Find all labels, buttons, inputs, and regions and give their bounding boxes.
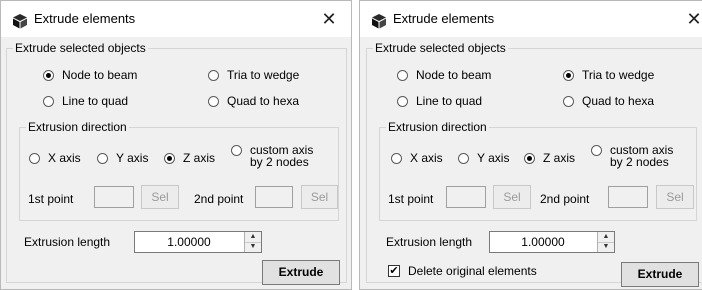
title-bar: Extrude elements ✕ <box>1 1 351 37</box>
extrude-button[interactable]: Extrude <box>621 262 699 287</box>
second-point-label: 2nd point <box>540 192 590 206</box>
radio-dot[interactable] <box>397 95 408 107</box>
second-point-field[interactable] <box>608 186 648 208</box>
radio-label: Tria to wedge <box>582 68 655 82</box>
extrusion-length-spinner[interactable]: 1.00000 ▲ ▼ <box>134 231 262 253</box>
extrusion-direction-legend: Extrusion direction <box>26 120 129 134</box>
checkbox-label: Delete original elements <box>408 264 537 278</box>
second-point-sel-button[interactable]: Sel <box>656 185 694 209</box>
radio-label: Node to beam <box>416 68 492 82</box>
radio-label: Node to beam <box>62 68 138 82</box>
radio-dot[interactable] <box>231 145 242 156</box>
radio-tria-to-wedge[interactable]: Tria to wedge <box>208 68 299 82</box>
window-title: Extrude elements <box>34 11 136 26</box>
spin-down-icon[interactable]: ▼ <box>598 242 614 252</box>
window-title: Extrude elements <box>393 11 495 26</box>
radio-label: Y axis <box>116 151 149 165</box>
radio-label: X axis <box>410 151 443 165</box>
custom-axis-line2: by 2 nodes <box>250 155 309 169</box>
radio-dot[interactable] <box>524 152 535 164</box>
radio-dot[interactable] <box>208 95 219 107</box>
second-point-sel-button[interactable]: Sel <box>301 185 338 209</box>
radio-dot[interactable] <box>458 152 469 164</box>
second-point-field[interactable] <box>255 186 293 208</box>
first-point-label: 1st point <box>388 192 434 206</box>
first-point-field[interactable] <box>94 186 134 208</box>
extrusion-length-label: Extrusion length <box>386 235 473 249</box>
extrude-button[interactable]: Extrude <box>262 260 340 285</box>
radio-label: Tria to wedge <box>227 68 300 82</box>
radio-dot[interactable] <box>164 152 175 164</box>
radio-dot[interactable] <box>97 152 108 164</box>
radio-y-axis[interactable]: Y axis <box>458 151 509 165</box>
extrusion-length-label: Extrusion length <box>24 235 111 249</box>
first-point-sel-button[interactable]: Sel <box>141 185 179 209</box>
checkbox-box[interactable]: ✔ <box>388 265 400 277</box>
first-point-sel-button[interactable]: Sel <box>493 185 531 209</box>
extrude-dialog-2: Extrude elements ✕ Extrude selected obje… <box>359 0 702 290</box>
spinner-arrows[interactable]: ▲ ▼ <box>244 232 261 252</box>
radio-dot[interactable] <box>29 152 40 164</box>
radio-label: Y axis <box>477 151 510 165</box>
first-point-label: 1st point <box>28 192 74 206</box>
close-button[interactable]: ✕ <box>680 7 702 31</box>
extrusion-direction-group: Extrusion direction X axis Y axis Z axis… <box>379 120 697 221</box>
first-point-field[interactable] <box>446 186 486 208</box>
extrusion-length-value: 1.00000 <box>521 235 565 249</box>
radio-dot[interactable] <box>591 145 602 156</box>
extrusion-length-spinner[interactable]: 1.00000 ▲ ▼ <box>489 231 615 253</box>
radio-line-to-quad[interactable]: Line to quad <box>43 94 128 108</box>
radio-node-to-beam[interactable]: Node to beam <box>43 68 137 82</box>
spinner-arrows[interactable]: ▲ ▼ <box>597 232 614 252</box>
radio-label: Line to quad <box>416 94 483 108</box>
second-point-label: 2nd point <box>194 192 244 206</box>
radio-dot[interactable] <box>563 95 574 107</box>
radio-label: custom axis by 2 nodes <box>610 144 673 168</box>
radio-dot[interactable] <box>397 69 408 81</box>
radio-tria-to-wedge[interactable]: Tria to wedge <box>563 68 654 82</box>
radio-label: Z axis <box>183 151 216 165</box>
radio-label: Quad to hexa <box>582 94 655 108</box>
radio-quad-to-hexa[interactable]: Quad to hexa <box>208 94 299 108</box>
radio-label: Z axis <box>543 151 576 165</box>
selected-objects-legend: Extrude selected objects <box>13 41 148 55</box>
selected-objects-group: Extrude selected objects Node to beam Tr… <box>366 41 702 287</box>
radio-dot[interactable] <box>43 95 54 107</box>
cube-icon <box>13 14 27 29</box>
radio-custom-axis[interactable]: custom axis by 2 nodes <box>591 144 673 168</box>
radio-dot[interactable] <box>563 69 574 81</box>
radio-x-axis[interactable]: X axis <box>29 151 81 165</box>
radio-label: X axis <box>48 151 81 165</box>
radio-quad-to-hexa[interactable]: Quad to hexa <box>563 94 654 108</box>
radio-x-axis[interactable]: X axis <box>391 151 443 165</box>
custom-axis-line2: by 2 nodes <box>610 155 669 169</box>
close-icon: ✕ <box>321 9 337 29</box>
selected-objects-group: Extrude selected objects Node to beam Tr… <box>6 41 347 285</box>
close-button[interactable]: ✕ <box>315 7 343 31</box>
radio-dot[interactable] <box>391 152 402 164</box>
radio-z-axis[interactable]: Z axis <box>164 151 215 165</box>
radio-node-to-beam[interactable]: Node to beam <box>397 68 491 82</box>
radio-label: Quad to hexa <box>227 94 300 108</box>
radio-y-axis[interactable]: Y axis <box>97 151 148 165</box>
cube-icon <box>372 14 386 29</box>
radio-custom-axis[interactable]: custom axis by 2 nodes <box>231 144 313 168</box>
radio-dot[interactable] <box>43 69 54 81</box>
spin-down-icon[interactable]: ▼ <box>245 242 261 252</box>
title-bar: Extrude elements ✕ <box>360 1 702 37</box>
extrude-dialog-1: Extrude elements ✕ Extrude selected obje… <box>0 0 352 290</box>
extrusion-direction-legend: Extrusion direction <box>386 120 489 134</box>
radio-dot[interactable] <box>208 69 219 81</box>
close-icon: ✕ <box>686 9 702 29</box>
radio-label: custom axis by 2 nodes <box>250 144 313 168</box>
selected-objects-legend: Extrude selected objects <box>373 41 508 55</box>
radio-label: Line to quad <box>62 94 129 108</box>
delete-original-checkbox[interactable]: ✔ Delete original elements <box>388 264 537 278</box>
radio-line-to-quad[interactable]: Line to quad <box>397 94 482 108</box>
extrusion-length-value: 1.00000 <box>167 235 211 249</box>
extrusion-direction-group: Extrusion direction X axis Y axis Z axis… <box>19 120 339 221</box>
radio-z-axis[interactable]: Z axis <box>524 151 575 165</box>
